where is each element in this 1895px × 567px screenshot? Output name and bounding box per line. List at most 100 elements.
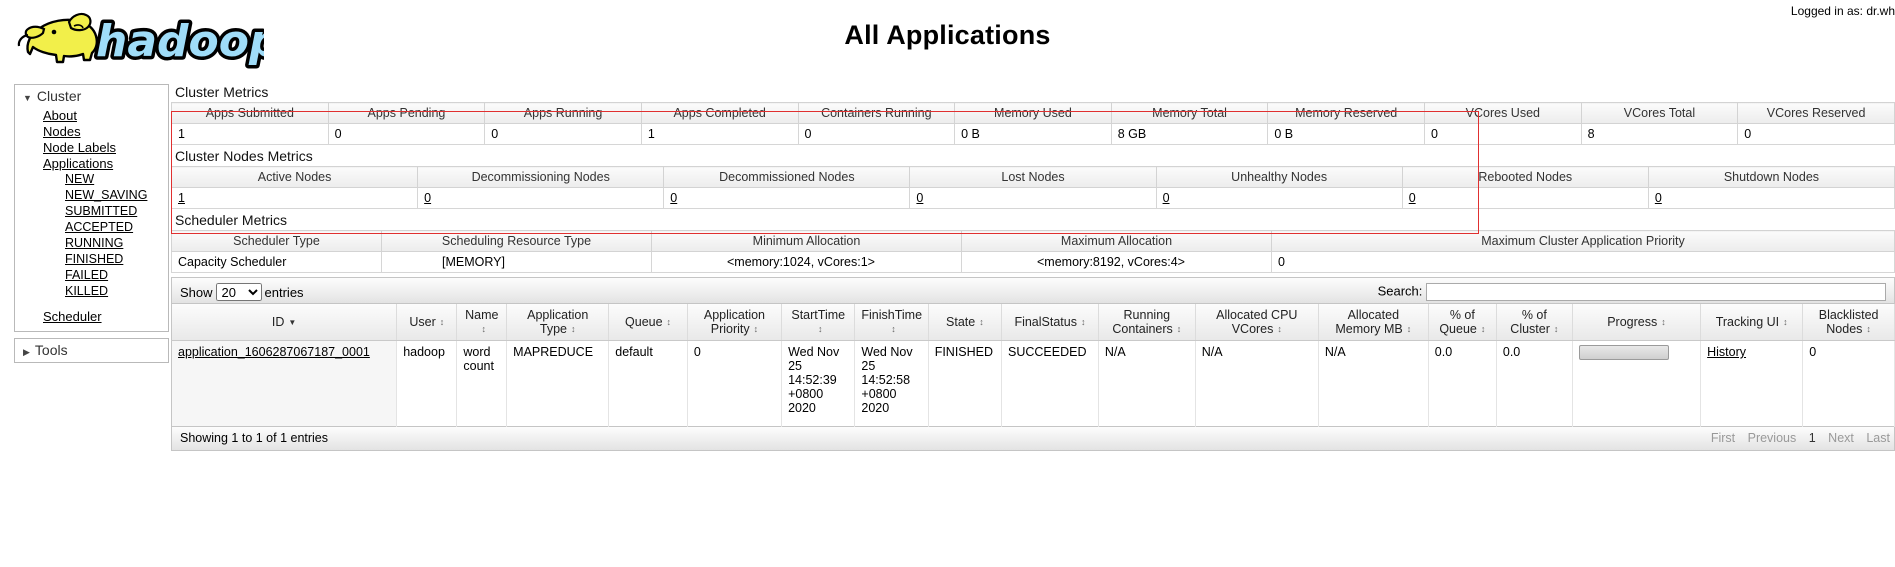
sidebar-item-node-labels[interactable]: Node Labels: [15, 140, 168, 156]
col-header-finalstatus[interactable]: FinalStatus↕: [1002, 304, 1099, 341]
sort-both-icon[interactable]: ↕: [1554, 325, 1559, 334]
val-unhealthy-nodes[interactable]: 0: [1156, 188, 1402, 209]
sidebar-item-failed[interactable]: FAILED: [15, 268, 168, 284]
sidebar-item-finished[interactable]: FINISHED: [15, 252, 168, 268]
val-vcores-reserved: 0: [1738, 124, 1895, 145]
sidebar-link-nodes[interactable]: Nodes: [43, 124, 81, 139]
sidebar-item-accepted[interactable]: ACCEPTED: [15, 220, 168, 236]
link-rebooted-nodes[interactable]: 0: [1409, 191, 1416, 205]
sort-desc-icon[interactable]: ▼: [288, 318, 296, 327]
col-header-running-containers[interactable]: Running Containers↕: [1098, 304, 1195, 341]
val-minimum-allocation: <memory:1024, vCores:1>: [652, 252, 962, 273]
sidebar-item-about[interactable]: About: [15, 108, 168, 124]
cell-id[interactable]: application_1606287067187_0001: [172, 341, 397, 427]
col-header-name[interactable]: Name↕: [457, 304, 507, 341]
sort-both-icon[interactable]: ↕: [1407, 325, 1412, 334]
paginate-first[interactable]: First: [1711, 431, 1735, 445]
sidebar-link-running[interactable]: RUNNING: [65, 236, 123, 250]
sidebar-tools-toggle[interactable]: ▶Tools: [15, 339, 168, 362]
val-decommissioned-nodes[interactable]: 0: [664, 188, 910, 209]
val-shutdown-nodes[interactable]: 0: [1648, 188, 1894, 209]
application-id-link[interactable]: application_1606287067187_0001: [178, 345, 370, 359]
sort-both-icon[interactable]: ↕: [1081, 318, 1086, 327]
val-rebooted-nodes[interactable]: 0: [1402, 188, 1648, 209]
col-header-starttime[interactable]: StartTime↕: [782, 304, 855, 341]
val-max-app-priority: 0: [1272, 252, 1895, 273]
sort-both-icon[interactable]: ↕: [979, 318, 984, 327]
sidebar-item-new-saving[interactable]: NEW_SAVING: [15, 188, 168, 204]
col-header-tracking-ui[interactable]: Tracking UI↕: [1701, 304, 1803, 341]
cell-progress: [1572, 341, 1700, 427]
sort-both-icon[interactable]: ↕: [1783, 318, 1788, 327]
link-active-nodes[interactable]: 1: [178, 191, 185, 205]
col-header-application-type[interactable]: Application Type↕: [507, 304, 609, 341]
sidebar-link-new-saving[interactable]: NEW_SAVING: [65, 188, 147, 202]
paginate-next[interactable]: Next: [1828, 431, 1854, 445]
sidebar-link-failed[interactable]: FAILED: [65, 268, 108, 282]
tracking-ui-link[interactable]: History: [1707, 345, 1746, 359]
sidebar-link-node-labels[interactable]: Node Labels: [43, 140, 116, 155]
search-input[interactable]: [1426, 283, 1886, 301]
sidebar-cluster-toggle[interactable]: ▼Cluster: [15, 85, 168, 108]
sort-both-icon[interactable]: ↕: [1866, 325, 1871, 334]
col-containers-running: Containers Running: [798, 103, 955, 124]
sidebar-link-about[interactable]: About: [43, 108, 77, 123]
col-header-pct-of-cluster[interactable]: % of Cluster↕: [1496, 304, 1572, 341]
sidebar-link-submitted[interactable]: SUBMITTED: [65, 204, 137, 218]
sidebar-item-submitted[interactable]: SUBMITTED: [15, 204, 168, 220]
col-header-application-priority[interactable]: Application Priority↕: [687, 304, 781, 341]
sort-both-icon[interactable]: ↕: [891, 325, 896, 334]
table-row: 1 0 0 0 0 0 0: [172, 188, 1895, 209]
sidebar-item-killed[interactable]: KILLED: [15, 284, 168, 300]
sort-both-icon[interactable]: ↕: [818, 325, 823, 334]
sort-both-icon[interactable]: ↕: [1481, 325, 1486, 334]
link-shutdown-nodes[interactable]: 0: [1655, 191, 1662, 205]
sort-both-icon[interactable]: ↕: [440, 318, 445, 327]
sort-both-icon[interactable]: ↕: [754, 325, 759, 334]
col-header-id[interactable]: ID▼: [172, 304, 397, 341]
col-header-allocated-cpu-vcores[interactable]: Allocated CPU VCores↕: [1195, 304, 1318, 341]
link-decommissioning-nodes[interactable]: 0: [424, 191, 431, 205]
sidebar-item-nodes[interactable]: Nodes: [15, 124, 168, 140]
sidebar-link-applications[interactable]: Applications: [43, 156, 113, 171]
sidebar-link-scheduler[interactable]: Scheduler: [43, 309, 102, 324]
col-header-blacklisted-nodes[interactable]: Blacklisted Nodes↕: [1803, 304, 1895, 341]
col-decommissioned-nodes: Decommissioned Nodes: [664, 167, 910, 188]
sidebar-item-scheduler[interactable]: Scheduler: [15, 309, 168, 325]
sort-both-icon[interactable]: ↕: [571, 325, 576, 334]
table-row[interactable]: application_1606287067187_0001 hadoop wo…: [172, 341, 1895, 427]
col-header-pct-of-queue[interactable]: % of Queue↕: [1428, 304, 1496, 341]
sidebar-section-cluster: ▼Cluster About Nodes Node Labels Applica…: [14, 84, 169, 332]
sidebar-item-applications[interactable]: Applications: [15, 156, 168, 172]
datatable-info: Showing 1 to 1 of 1 entries: [180, 431, 328, 445]
paginate-last[interactable]: Last: [1866, 431, 1890, 445]
col-header-allocated-memory-mb[interactable]: Allocated Memory MB↕: [1318, 304, 1428, 341]
sort-both-icon[interactable]: ↕: [1177, 325, 1182, 334]
sort-both-icon[interactable]: ↕: [1277, 325, 1282, 334]
link-decommissioned-nodes[interactable]: 0: [670, 191, 677, 205]
sidebar-item-running[interactable]: RUNNING: [15, 236, 168, 252]
paginate-previous[interactable]: Previous: [1748, 431, 1797, 445]
paginate-page-1[interactable]: 1: [1809, 431, 1816, 445]
sort-both-icon[interactable]: ↕: [667, 318, 672, 327]
col-header-state[interactable]: State↕: [928, 304, 1001, 341]
val-decommissioning-nodes[interactable]: 0: [418, 188, 664, 209]
link-lost-nodes[interactable]: 0: [916, 191, 923, 205]
sidebar-link-finished[interactable]: FINISHED: [65, 252, 123, 266]
link-unhealthy-nodes[interactable]: 0: [1163, 191, 1170, 205]
val-active-nodes[interactable]: 1: [172, 188, 418, 209]
sidebar-link-killed[interactable]: KILLED: [65, 284, 108, 298]
sort-both-icon[interactable]: ↕: [1661, 318, 1666, 327]
col-header-queue[interactable]: Queue↕: [609, 304, 688, 341]
page-length-select[interactable]: 20 50 100: [216, 283, 262, 301]
col-memory-total: Memory Total: [1111, 103, 1268, 124]
cell-tracking-ui[interactable]: History: [1701, 341, 1803, 427]
sort-both-icon[interactable]: ↕: [482, 325, 487, 334]
sidebar-link-accepted[interactable]: ACCEPTED: [65, 220, 133, 234]
col-header-user[interactable]: User↕: [397, 304, 457, 341]
sidebar-link-new[interactable]: NEW: [65, 172, 94, 186]
sidebar-item-new[interactable]: NEW: [15, 172, 168, 188]
val-lost-nodes[interactable]: 0: [910, 188, 1156, 209]
col-header-progress[interactable]: Progress↕: [1572, 304, 1700, 341]
col-header-finishtime[interactable]: FinishTime↕: [855, 304, 928, 341]
